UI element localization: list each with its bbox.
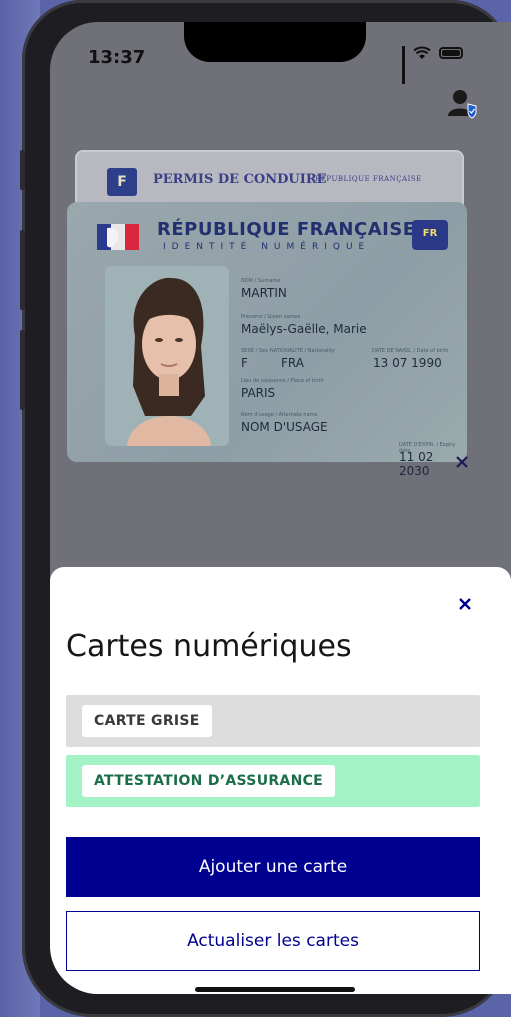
attestation-assurance-tag: ATTESTATION D’ASSURANCE <box>82 765 336 797</box>
profile-shield-icon[interactable] <box>446 86 480 120</box>
cards-bottom-sheet: Cartes numériques CARTE GRISE ATTESTATIO… <box>50 567 511 994</box>
permis-subtitle: RÉPUBLIQUE FRANÇAISE <box>315 175 422 183</box>
sheet-title: Cartes numériques <box>66 629 352 664</box>
add-card-button[interactable]: Ajouter une carte <box>66 837 480 897</box>
prenoms-label: Prénoms / Given names <box>241 314 301 320</box>
sexe-value: F <box>241 356 248 370</box>
usage-value: NOM D'USAGE <box>241 420 328 434</box>
eu-country-code: FR <box>422 228 438 239</box>
status-icons <box>402 46 463 84</box>
card-row-carte-grise[interactable]: CARTE GRISE <box>66 695 480 747</box>
notch <box>184 22 366 62</box>
nom-value: MARTIN <box>241 286 287 300</box>
signal-icon <box>402 46 405 84</box>
identity-card[interactable]: RÉPUBLIQUE FRANÇAISE IDENTITÉ NUMÉRIQUE … <box>67 202 467 478</box>
naissance-label: DATE DE NAISS. / Date of birth <box>372 348 449 354</box>
naissance-value: 13 07 1990 <box>373 356 442 370</box>
card-subtitle: IDENTITÉ NUMÉRIQUE <box>163 242 371 252</box>
nationalite-label: NATIONALITÉ / Nationality <box>270 348 335 354</box>
refresh-cards-button[interactable]: Actualiser les cartes <box>66 911 480 971</box>
sexe-label: SEXE / Sex <box>241 348 268 354</box>
home-indicator[interactable] <box>195 987 355 992</box>
marianne-logo-icon <box>97 224 139 250</box>
eu-flag-icon: FR <box>412 220 448 250</box>
volume-up-button <box>20 230 25 310</box>
nationalite-value: FRA <box>281 356 304 370</box>
permis-title: PERMIS DE CONDUIRE <box>153 172 327 187</box>
permis-flag-icon: F <box>107 168 137 196</box>
lieu-value: PARIS <box>241 386 276 400</box>
close-icon[interactable] <box>455 455 469 469</box>
battery-icon <box>439 47 463 59</box>
carte-grise-tag: CARTE GRISE <box>82 705 212 737</box>
usage-label: Nom d'usage / Alternate name <box>241 412 318 418</box>
id-photo <box>105 266 229 446</box>
mute-switch <box>20 150 25 190</box>
volume-down-button <box>20 330 25 410</box>
wifi-icon <box>413 46 431 59</box>
nom-label: NOM / Surname <box>241 278 281 284</box>
status-time: 13:37 <box>88 47 146 68</box>
card-title: RÉPUBLIQUE FRANÇAISE <box>157 219 416 240</box>
sheet-close-icon[interactable] <box>458 597 472 611</box>
card-row-attestation-assurance[interactable]: ATTESTATION D’ASSURANCE <box>66 755 480 807</box>
phone-screen: 13:37 F PERMIS DE CONDUIRE RÉPUBLIQUE FR… <box>50 22 511 994</box>
prenoms-value: Maëlys-Gaëlle, Marie <box>241 322 367 336</box>
lieu-label: Lieu de naissance / Place of birth <box>241 378 324 384</box>
